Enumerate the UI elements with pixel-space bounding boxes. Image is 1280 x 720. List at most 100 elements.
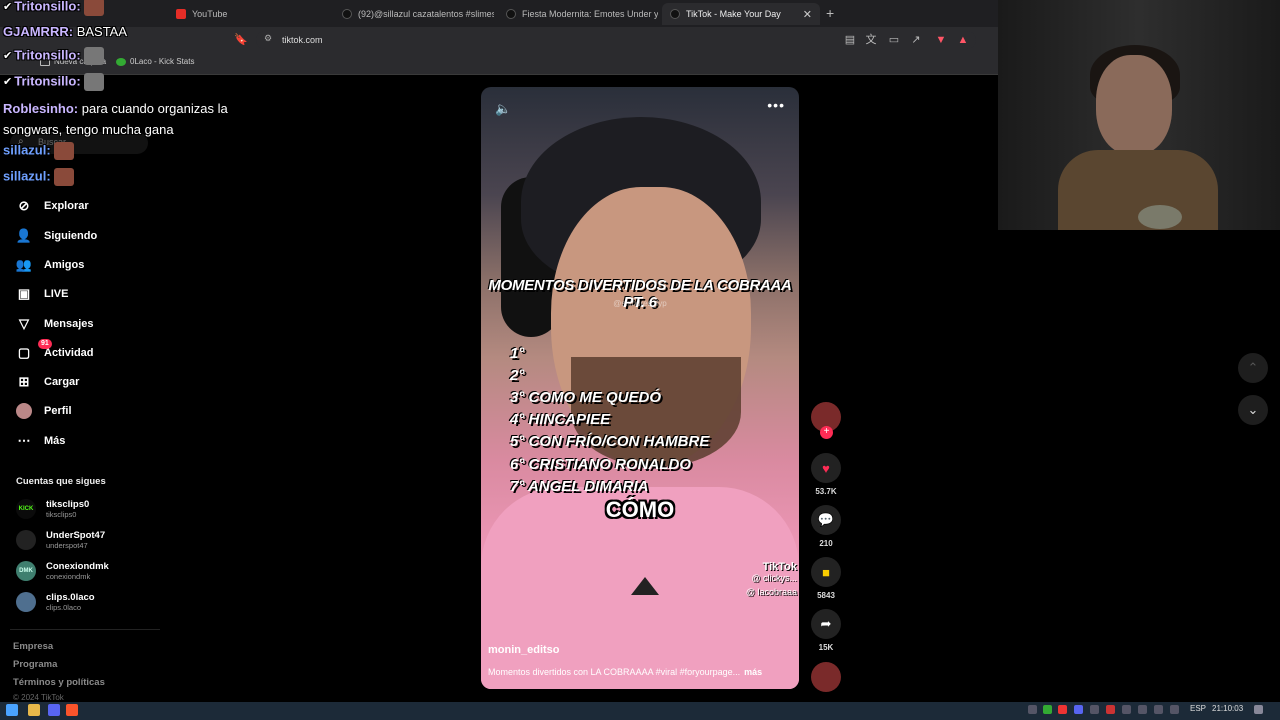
bookmark-kick-stats[interactable]: 0Laco - Kick Stats	[116, 57, 194, 66]
author-avatar[interactable]: +	[811, 402, 841, 439]
chat-user: sillazul:	[3, 168, 51, 184]
footer-link[interactable]: Empresa	[13, 641, 53, 652]
next-video-button[interactable]: ⌄	[1238, 395, 1268, 425]
nav-live[interactable]: ▣ LIVE	[16, 286, 69, 302]
bookmark-icon[interactable]: 🔖	[234, 33, 248, 47]
account-name: UnderSpot47	[46, 530, 106, 541]
tab-title: TikTok - Make Your Day	[686, 9, 781, 19]
tray-icon[interactable]	[1074, 705, 1083, 714]
emote-icon	[83, 73, 104, 91]
account-handle: tiksclips0	[46, 510, 77, 519]
following-account[interactable]: DMK Conexiondmk conexiondmk	[16, 561, 109, 581]
webcam-shape	[1138, 205, 1182, 229]
chat-message: ✔ Tritonsillo:	[3, 47, 104, 65]
adidas-logo	[631, 577, 659, 595]
volume-tray-icon[interactable]	[1170, 705, 1179, 714]
tab-title: YouTube	[192, 9, 228, 19]
save-button[interactable]: ■ 5843	[811, 557, 841, 600]
previous-video-button[interactable]: ⌃	[1238, 353, 1268, 383]
nav-mas[interactable]: ⋯ Más	[16, 433, 66, 449]
new-tab-icon[interactable]: +	[826, 5, 834, 21]
video-player[interactable]: 🔈 ••• MOMENTOS DIVERTIDOS DE LA COBRAAA …	[481, 87, 799, 689]
tab-tiktok-active[interactable]: TikTok - Make Your Day ✕	[662, 3, 820, 25]
compass-icon: ⊘	[18, 198, 30, 213]
footer-link[interactable]: Programa	[13, 659, 57, 670]
discord-icon[interactable]	[48, 704, 60, 716]
share-arrow-icon: ➦	[811, 609, 841, 639]
more-link[interactable]: más	[744, 667, 762, 677]
following-account[interactable]: KICK tiksclips0 tiksclips0	[16, 499, 89, 519]
footer-link[interactable]: Términos y políticas	[13, 677, 105, 688]
chat-message: ✔ Tritonsillo:	[3, 0, 104, 16]
nav-label: Actividad	[44, 347, 94, 359]
tray-icon[interactable]	[1043, 705, 1052, 714]
tray-icon[interactable]	[1090, 705, 1099, 714]
close-tab-icon[interactable]: ✕	[803, 8, 812, 21]
site-info-icon[interactable]: ⚙	[264, 33, 272, 44]
comment-count: 210	[819, 539, 833, 548]
like-button[interactable]: ♥ 53.7K	[811, 453, 841, 496]
nav-siguiendo[interactable]: 👤 Siguiendo	[16, 228, 97, 244]
brave-rewards-icon[interactable]: ▲	[956, 33, 970, 47]
clock[interactable]: 21:10:03	[1212, 704, 1243, 713]
tray-icon[interactable]	[1138, 705, 1147, 714]
tab-sillazul[interactable]: (92)@sillazul cazatalentos #slimesant	[334, 3, 494, 25]
nav-label: Amigos	[44, 259, 85, 271]
brave-shield-icon[interactable]: ▼	[934, 33, 948, 47]
tab-youtube[interactable]: YouTube	[168, 3, 328, 25]
share-count: 15K	[818, 643, 834, 652]
chat-user: Tritonsillo:	[14, 47, 81, 63]
share-button[interactable]: ➦ 15K	[811, 609, 841, 652]
file-explorer-icon[interactable]	[28, 704, 40, 716]
profile-avatar-icon	[16, 403, 32, 419]
comment-button[interactable]: 💬 210	[811, 505, 841, 548]
nav-amigos[interactable]: 👥 Amigos	[16, 257, 84, 273]
nav-cargar[interactable]: ⊞ Cargar	[16, 374, 80, 390]
heart-icon: ♥	[811, 453, 841, 483]
youtube-icon	[176, 9, 186, 19]
windows-start-icon[interactable]	[6, 704, 18, 716]
following-account[interactable]: clips.0laco clips.0laco	[16, 592, 95, 612]
tiktok-watermark: @ lacobraaa	[745, 587, 797, 597]
tray-icon[interactable]	[1154, 705, 1163, 714]
follow-plus-icon[interactable]: +	[820, 426, 833, 439]
video-author[interactable]: monin_editso	[488, 644, 560, 656]
more-dots-icon: ⋯	[17, 433, 31, 448]
share-icon[interactable]: ↗	[909, 33, 923, 47]
description-text: Momentos divertidos con LA COBRAAAA #vir…	[488, 667, 741, 677]
more-options-icon[interactable]: •••	[767, 97, 785, 113]
tray-icon[interactable]	[1106, 705, 1115, 714]
brave-browser-icon[interactable]	[66, 704, 78, 716]
language-indicator[interactable]: ESP	[1190, 704, 1206, 713]
following-account[interactable]: UnderSpot47 underspot47	[16, 530, 105, 550]
volume-icon[interactable]: 🔈	[495, 101, 511, 117]
cast-icon[interactable]: ▭	[887, 33, 901, 47]
chat-message: sillazul:	[3, 142, 74, 160]
user-follow-icon: 👤	[15, 228, 33, 243]
like-count: 53.7K	[815, 487, 837, 496]
notifications-icon[interactable]	[1254, 705, 1263, 714]
chat-message: Roblesinho: para cuando organizas la son…	[3, 98, 263, 140]
sound-disc[interactable]	[811, 662, 841, 692]
nav-actividad[interactable]: ▢ 91 Actividad	[16, 339, 94, 361]
nav-perfil[interactable]: Perfil	[16, 403, 72, 419]
chat-user: Roblesinho:	[3, 101, 79, 116]
upload-icon: ⊞	[18, 374, 30, 389]
emote-icon	[53, 168, 74, 186]
activity-icon: ▢	[17, 345, 31, 360]
nav-explorar[interactable]: ⊘ Explorar	[16, 198, 89, 214]
reader-icon[interactable]: ▤	[843, 33, 857, 47]
webcam-overlay	[998, 0, 1280, 230]
tray-icon[interactable]	[1058, 705, 1067, 714]
nav-mensajes[interactable]: ▽ Mensajes	[16, 316, 94, 332]
chat-user: sillazul:	[3, 142, 51, 158]
divider	[10, 629, 160, 630]
translate-icon[interactable]: 文	[864, 33, 878, 47]
tray-icon[interactable]	[1122, 705, 1131, 714]
comment-icon: 💬	[811, 505, 841, 535]
tab-fiesta[interactable]: Fiesta Modernita: Emotes Under y M	[498, 3, 658, 25]
tiktok-watermark: TikTok	[762, 561, 797, 573]
account-name: clips.0laco	[46, 592, 95, 603]
nav-label: Mensajes	[44, 318, 94, 330]
tray-icon[interactable]	[1028, 705, 1037, 714]
